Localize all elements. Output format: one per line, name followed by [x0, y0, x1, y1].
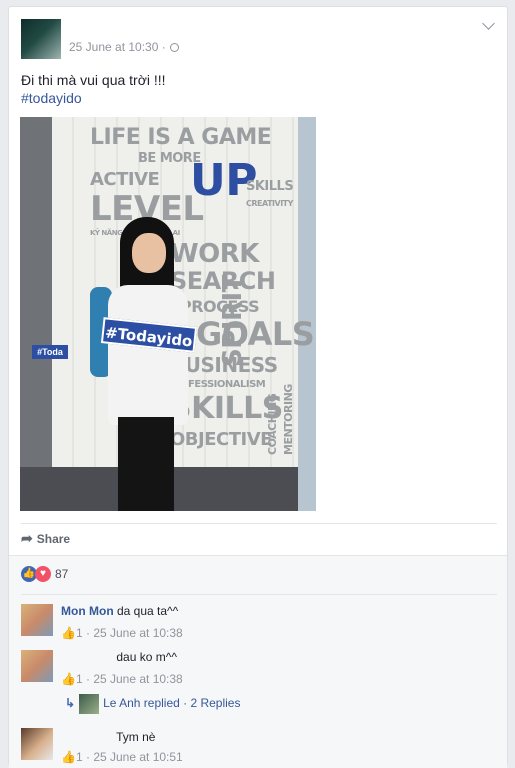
hashtag-link[interactable]: #todayido — [21, 89, 166, 107]
comment-text: dau ko m^^ — [116, 650, 177, 664]
commenter-avatar[interactable] — [21, 728, 53, 760]
left-sign: #Toda — [32, 345, 68, 359]
poster-avatar[interactable] — [21, 19, 61, 59]
photo-edge — [298, 117, 316, 511]
post-photo[interactable]: LIFE IS A GAME BE MORE ACTIVE LEVEL UP S… — [20, 117, 316, 511]
like-icon[interactable]: 👍 — [61, 672, 76, 686]
comment-body: Mon Mon da qua ta^^ — [61, 604, 178, 618]
post-body: Đi thi mà vui qua trời !!! #todayido — [21, 71, 166, 107]
post-card: 25 June at 10:30 · Đi thi mà vui qua trờ… — [8, 6, 508, 768]
replier-avatar — [79, 694, 100, 714]
comment-body: Tym nè — [61, 730, 155, 744]
wall-text: WORK — [170, 239, 259, 269]
wall-text: SKILLS — [246, 179, 294, 194]
comment-meta: 👍1 · 25 June at 10:38 — [61, 626, 183, 640]
wall-text: GOALS — [196, 315, 315, 353]
chevron-down-icon[interactable] — [482, 17, 495, 30]
person-face — [132, 233, 166, 273]
comment-like-count[interactable]: 1 — [76, 626, 83, 640]
divider — [21, 594, 497, 595]
post-text: Đi thi mà vui qua trời !!! — [21, 72, 166, 88]
share-button[interactable]: ➦ Share — [21, 530, 70, 547]
divider — [21, 523, 497, 524]
like-icon[interactable]: 👍 — [61, 626, 76, 640]
wall-text: COACHING — [266, 393, 279, 455]
replies-text[interactable]: Le Anh replied · 2 Replies — [103, 696, 240, 710]
reactions-summary[interactable]: 👍 ♥ 87 — [21, 566, 68, 582]
wall-text: LIFE IS A GAME — [90, 125, 272, 150]
replies-link[interactable]: ↳ Le Anh replied · 2 Replies — [65, 694, 240, 714]
comment-body: dau ko m^^ — [61, 650, 177, 664]
post-timestamp[interactable]: 25 June at 10:30 · — [69, 40, 179, 54]
commenter-avatar[interactable] — [21, 650, 53, 682]
wall-text: ACTIVE — [90, 169, 160, 190]
comment-time[interactable]: · 25 June at 10:38 — [86, 672, 183, 686]
reply-arrow-icon: ↳ — [65, 696, 76, 711]
globe-icon — [169, 43, 179, 52]
love-reaction-icon: ♥ — [35, 566, 51, 582]
comment-like-count[interactable]: 1 — [76, 672, 83, 686]
share-icon: ➦ — [21, 530, 33, 546]
comment-text: da qua ta^^ — [117, 604, 179, 618]
wall-text: MENTORING — [282, 384, 295, 455]
commenter-avatar[interactable] — [21, 604, 53, 636]
wall-text: CREATIVITY — [246, 199, 293, 208]
comment-time[interactable]: · 25 June at 10:38 — [86, 626, 183, 640]
person-legs — [118, 417, 174, 511]
reaction-count[interactable]: 87 — [55, 567, 68, 581]
wall-text: OBJECTIVE — [170, 429, 272, 450]
wall-text: SPIRIT — [218, 275, 248, 367]
person-body — [108, 285, 188, 425]
comment-text: Tym nè — [116, 730, 156, 744]
commenter-name[interactable]: Mon Mon — [61, 604, 114, 618]
comment-meta: 👍1 · 25 June at 10:38 — [61, 672, 183, 686]
comments-section: 👍 ♥ 87 Mon Mon da qua ta^^ 👍1 · 25 June at… — [9, 555, 507, 768]
